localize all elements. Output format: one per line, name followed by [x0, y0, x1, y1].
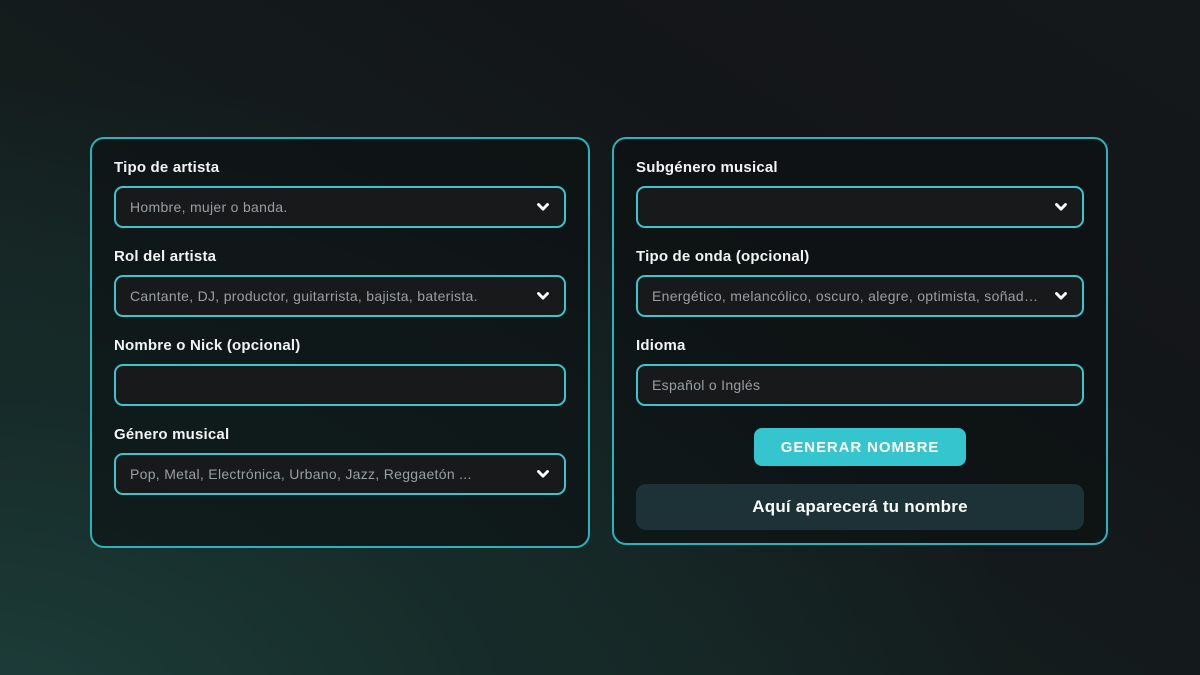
- artist-role-select[interactable]: Cantante, DJ, productor, guitarrista, ba…: [114, 275, 566, 317]
- generate-name-button[interactable]: GENERAR NOMBRE: [754, 428, 966, 466]
- nickname-input[interactable]: [114, 364, 566, 406]
- artist-role-select-value: Cantante, DJ, productor, guitarrista, ba…: [116, 288, 564, 304]
- generator-card: Subgénero musical Tipo de onda (opcional…: [612, 137, 1108, 545]
- vibe-select[interactable]: Energético, melancólico, oscuro, alegre,…: [636, 275, 1084, 317]
- language-input[interactable]: [636, 364, 1084, 406]
- chevron-down-icon: [1051, 197, 1071, 217]
- genre-select[interactable]: Pop, Metal, Electrónica, Urbano, Jazz, R…: [114, 453, 566, 495]
- subgenre-label: Subgénero musical: [636, 160, 1084, 176]
- vibe-select-value: Energético, melancólico, oscuro, alegre,…: [638, 288, 1082, 304]
- artist-type-label: Tipo de artista: [114, 160, 566, 176]
- vibe-label: Tipo de onda (opcional): [636, 249, 1084, 265]
- nickname-label: Nombre o Nick (opcional): [114, 338, 566, 354]
- artist-type-select[interactable]: Hombre, mujer o banda.: [114, 186, 566, 228]
- result-placeholder-text: Aquí aparecerá tu nombre: [752, 497, 967, 517]
- genre-select-value: Pop, Metal, Electrónica, Urbano, Jazz, R…: [116, 466, 564, 482]
- artist-form-card: Tipo de artista Hombre, mujer o banda. R…: [90, 137, 590, 548]
- artist-type-select-value: Hombre, mujer o banda.: [116, 199, 564, 215]
- result-box: Aquí aparecerá tu nombre: [636, 484, 1084, 530]
- language-label: Idioma: [636, 338, 1084, 354]
- artist-role-label: Rol del artista: [114, 249, 566, 265]
- page-background: Tipo de artista Hombre, mujer o banda. R…: [0, 0, 1200, 675]
- subgenre-select[interactable]: [636, 186, 1084, 228]
- genre-label: Género musical: [114, 427, 566, 443]
